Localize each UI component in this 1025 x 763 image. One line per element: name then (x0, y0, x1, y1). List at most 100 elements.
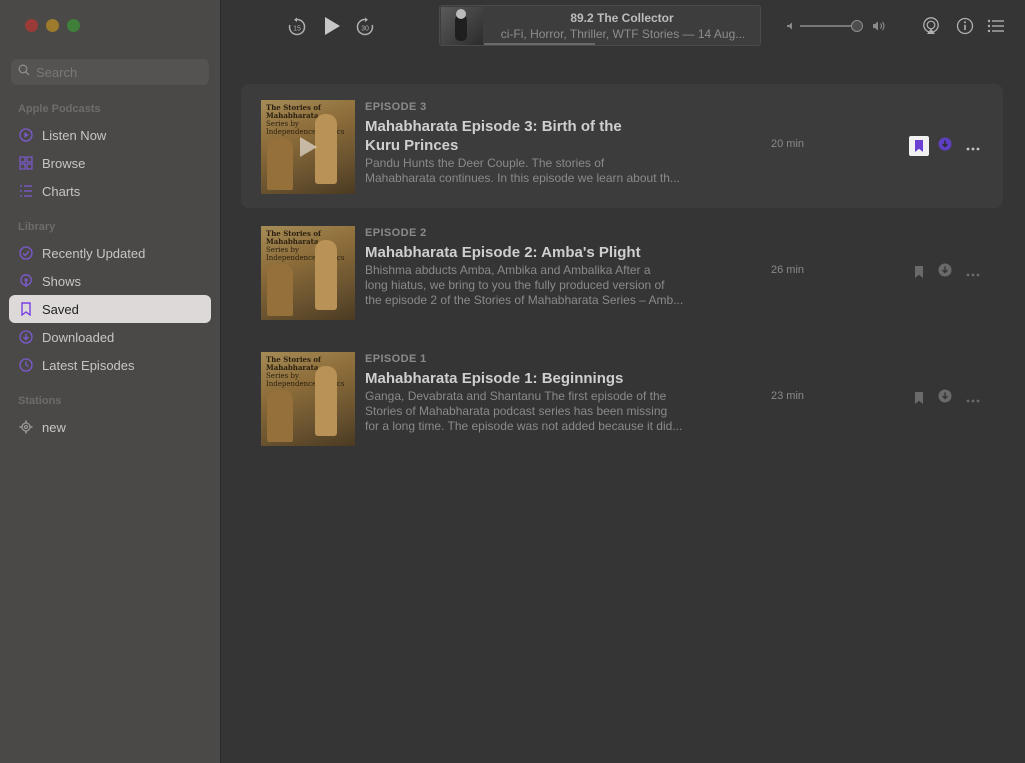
info-button[interactable] (955, 16, 975, 36)
section-header-stations: Stations (18, 395, 62, 407)
clock-icon (19, 358, 33, 372)
bookmark-icon (915, 266, 923, 278)
download-circle-icon (938, 263, 952, 276)
sidebar-item-latest-episodes[interactable]: Latest Episodes (9, 351, 211, 379)
episode-row[interactable]: The Stories of Mahabharata Series by Ind… (241, 210, 1003, 334)
artwork-caption-line: Series by (266, 372, 299, 380)
now-playing-title: 89.2 The Collector (570, 11, 674, 25)
play-button[interactable] (321, 15, 343, 37)
sidebar-item-charts[interactable]: Charts (9, 177, 211, 205)
episode-description-line: Pandu Hunts the Deer Couple. The stories… (365, 156, 605, 170)
airplay-button[interactable] (921, 16, 941, 36)
artwork-caption-line: The Stories of Mahabharata (266, 355, 322, 372)
more-options-button[interactable] (966, 393, 980, 403)
now-playing-panel[interactable]: 89.2 The Collector ci-Fi, Horror, Thrill… (439, 5, 761, 46)
up-next-button[interactable] (986, 16, 1006, 36)
episode-duration: 26 min (771, 264, 805, 276)
episode-title[interactable]: Mahabharata Episode 2: Amba's Plight (365, 243, 765, 262)
sidebar-item-label: Latest Episodes (42, 357, 135, 373)
play-overlay-icon[interactable] (298, 136, 318, 158)
more-options-button[interactable] (966, 267, 980, 277)
bookmark-icon (915, 392, 923, 404)
unsave-episode-button[interactable] (909, 136, 929, 156)
sidebar-item-browse[interactable]: Browse (9, 149, 211, 177)
sidebar-item-downloaded[interactable]: Downloaded (9, 323, 211, 351)
sidebar-item-recently-updated[interactable]: Recently Updated (9, 239, 211, 267)
save-episode-button[interactable] (909, 262, 929, 282)
window-controls (25, 19, 80, 32)
artwork-caption: The Stories of Mahabharata Series by Ind… (266, 103, 350, 137)
episode-description: Pandu Hunts the Deer Couple. The stories… (365, 156, 693, 186)
episode-description-line: for a long time. The episode was not add… (365, 419, 683, 433)
grid-icon (19, 156, 33, 170)
search-field[interactable] (11, 59, 209, 85)
download-circle-icon (19, 330, 33, 344)
episode-description-line: Ganga, Devabrata and Shantanu The first … (365, 389, 667, 403)
play-icon (325, 17, 340, 35)
episode-row[interactable]: The Stories of Mahabharata Series by Ind… (241, 84, 1003, 208)
sidebar-item-saved[interactable]: Saved (9, 295, 211, 323)
ellipsis-icon (966, 147, 980, 151)
episode-description-line: the episode 2 of the Stories of Mahabhar… (365, 293, 684, 307)
episode-actions (909, 388, 980, 408)
zoom-window-button[interactable] (67, 19, 80, 32)
now-playing-subtitle: ci-Fi, Horror, Thriller, WTF Stories — 1… (500, 27, 746, 41)
play-circle-icon (19, 128, 33, 142)
ellipsis-icon (966, 399, 980, 403)
sidebar-item-shows[interactable]: Shows (9, 267, 211, 295)
artwork-caption-line: The Stories of Mahabharata (266, 103, 322, 120)
podcast-icon (19, 274, 33, 288)
artwork-caption-line: The Stories of Mahabharata (266, 229, 322, 246)
download-circle-icon (938, 137, 952, 150)
episode-duration: 20 min (771, 138, 805, 150)
artwork-figure (267, 264, 293, 316)
episode-artwork: The Stories of Mahabharata Series by Ind… (261, 100, 355, 194)
skip-back-15-icon: 15 (288, 17, 306, 36)
skip-back-seconds: 15 (293, 26, 301, 33)
bookmark-filled-icon (915, 140, 923, 152)
artwork-caption-line: Series by (266, 120, 299, 128)
skip-back-button[interactable]: 15 (287, 17, 307, 37)
sidebar-item-label: Saved (42, 301, 79, 317)
episode-number: EPISODE 2 (365, 227, 427, 239)
episode-duration: 23 min (771, 390, 805, 402)
episode-number: EPISODE 3 (365, 101, 427, 113)
minimize-window-button[interactable] (46, 19, 59, 32)
list-icon (19, 184, 33, 198)
episode-description-line: Stories of Mahabharata podcast series ha… (365, 404, 668, 418)
sidebar-item-label: new (42, 419, 66, 435)
sidebar-item-station-new[interactable]: new (9, 413, 211, 441)
download-episode-button[interactable] (938, 389, 952, 408)
sidebar-item-label: Recently Updated (42, 245, 146, 261)
skip-forward-button[interactable]: 30 (355, 17, 375, 37)
save-episode-button[interactable] (909, 388, 929, 408)
volume-slider[interactable] (786, 18, 890, 34)
playback-progress-bar[interactable] (484, 43, 595, 45)
close-window-button[interactable] (25, 19, 38, 32)
episode-description-line: long hiatus, we bring to you the fully p… (365, 278, 665, 292)
more-options-button[interactable] (966, 141, 980, 151)
sidebar-item-listen-now[interactable]: Listen Now (9, 121, 211, 149)
bookmark-icon (19, 302, 33, 316)
artwork-figure (267, 138, 293, 190)
section-header-apple-podcasts: Apple Podcasts (18, 103, 101, 115)
episode-row[interactable]: The Stories of Mahabharata Series by Ind… (241, 336, 1003, 460)
artwork-caption: The Stories of Mahabharata Series by Ind… (266, 229, 350, 263)
episode-title[interactable]: Mahabharata Episode 1: Beginnings (365, 369, 765, 388)
episode-description: Ganga, Devabrata and Shantanu The first … (365, 389, 693, 434)
gear-icon (19, 420, 33, 434)
refresh-icon (19, 246, 33, 260)
airplay-audio-icon (923, 17, 939, 34)
sidebar-item-label: Downloaded (42, 329, 115, 345)
artwork-figure (315, 366, 337, 436)
skip-forward-seconds: 30 (361, 26, 369, 33)
volume-knob[interactable] (851, 20, 863, 32)
download-episode-button[interactable] (938, 263, 952, 282)
search-input[interactable] (36, 64, 196, 80)
download-episode-button[interactable] (938, 137, 952, 156)
sidebar-item-label: Listen Now (42, 127, 107, 143)
sidebar-item-label: Shows (42, 273, 82, 289)
episode-title[interactable]: Mahabharata Episode 3: Birth of the Kuru… (365, 117, 655, 155)
now-playing-artwork (441, 7, 483, 45)
volume-low-icon (787, 22, 792, 30)
